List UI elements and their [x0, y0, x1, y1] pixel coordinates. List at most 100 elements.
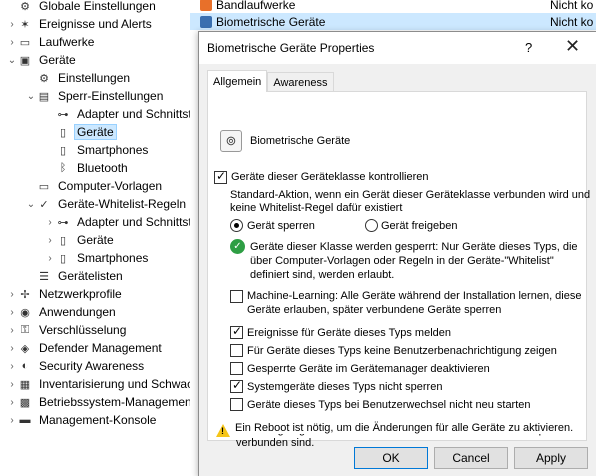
chevron-right-icon[interactable]: › — [6, 379, 18, 390]
machine-learning-checkbox[interactable] — [230, 290, 243, 303]
warning-text-3: Ein Reboot ist nötig, um die Änderungen … — [235, 422, 574, 434]
list-row-label: Bandlaufwerke — [216, 0, 296, 12]
tree-item-label: Laufwerke — [39, 35, 95, 49]
list-row-status: Nicht ko — [550, 0, 594, 12]
fingerprint-icon: ⊚ — [220, 130, 242, 152]
tree-item-label: Bluetooth — [77, 161, 128, 175]
tab-allgemein[interactable]: Allgemein — [207, 70, 268, 92]
phone-icon: ▯ — [59, 144, 67, 157]
tree-item-12[interactable]: ›⊶ Adapter und Schnittstellen — [0, 213, 190, 231]
tree-item-13[interactable]: › ▯ Geräte — [0, 231, 190, 249]
tape-drive-icon — [200, 0, 212, 11]
tree-item-9[interactable]: ᛒ Bluetooth — [0, 159, 190, 177]
chevron-right-icon[interactable]: › — [44, 217, 56, 228]
tree-item-label: Adapter und Schnittstellen — [77, 215, 190, 229]
control-device-class-label: Geräte dieser Geräteklasse kontrollieren — [231, 171, 429, 183]
report-events-label: Ereignisse für Geräte dieses Typs melden — [247, 327, 452, 339]
chevron-down-icon[interactable]: ⌄ — [6, 55, 18, 66]
tree-item-22[interactable]: › ▩ Betriebssystem-Management — [0, 393, 190, 411]
allow-device-label: Gerät freigeben — [381, 220, 458, 232]
no-user-notification-checkbox[interactable] — [230, 344, 243, 357]
tree-item-16[interactable]: › ✢ Netzwerkprofile — [0, 285, 190, 303]
list-row-bandlaufwerke[interactable]: Bandlaufwerke Nicht ko — [190, 0, 596, 13]
tree-item-5[interactable]: ⌄ ▤ Sperr-Einstellungen — [0, 87, 190, 105]
disable-in-device-manager-checkbox[interactable] — [230, 362, 243, 375]
chevron-right-icon[interactable]: › — [6, 19, 18, 30]
drive-icon: ▭ — [19, 36, 31, 49]
adapter-icon: ⊶ — [57, 108, 69, 121]
tree-item-6[interactable]: ⊶ Adapter und Schnittstellen — [0, 105, 191, 123]
chevron-right-icon[interactable]: › — [6, 307, 18, 318]
report-events-checkbox[interactable] — [230, 324, 243, 339]
phone-icon: ▯ — [59, 252, 67, 265]
bluetooth-icon: ᛒ — [59, 162, 67, 174]
tree-item-19[interactable]: › ◈ Defender Management — [0, 339, 190, 357]
warning-text-2: verbunden sind. — [236, 437, 315, 449]
chevron-right-icon[interactable]: › — [6, 343, 18, 354]
tree-item-label: Geräte-Whitelist-Regeln — [58, 197, 187, 211]
tree-item-0[interactable]: ⚙ Globale Einstellungen — [0, 0, 190, 15]
allow-device-radio[interactable] — [365, 219, 378, 232]
apply-button[interactable]: Apply — [514, 447, 588, 469]
list-row-biometrische-geraete[interactable]: Biometrische Geräte Nicht ko — [190, 13, 596, 30]
dont-block-system-devices-checkbox[interactable] — [230, 378, 243, 393]
tree-item-label: Anwendungen — [39, 305, 116, 319]
network-icon: ✢ — [20, 288, 30, 301]
chevron-down-icon[interactable]: ⌄ — [25, 199, 37, 210]
tree-item-4[interactable]: ⚙ Einstellungen — [0, 69, 190, 87]
tree-item-23[interactable]: › ▬ Management-Konsole — [0, 411, 190, 429]
tab-panel-allgemein: ⊚ Biometrische Geräte Geräte dieser Gerä… — [207, 91, 590, 449]
status-text: Geräte dieser Klasse werden gesperrt: Nu… — [250, 241, 578, 253]
inventory-icon: ▦ — [19, 378, 31, 391]
tree-item-label: Geräte — [77, 233, 114, 247]
tree-item-7[interactable]: ▯ Geräte — [0, 123, 190, 141]
chevron-right-icon[interactable]: › — [44, 253, 56, 264]
block-device-radio[interactable] — [230, 219, 243, 232]
tree-item-17[interactable]: › ◉ Anwendungen — [0, 303, 190, 321]
tree-item-label: Einstellungen — [58, 71, 131, 85]
cancel-button[interactable]: Cancel — [434, 447, 508, 469]
tree-item-11[interactable]: ⌄ ✓ Geräte-Whitelist-Regeln — [0, 195, 190, 213]
tree-item-2[interactable]: › ▭ Laufwerke — [0, 33, 190, 51]
chevron-down-icon[interactable]: ⌄ — [25, 91, 37, 102]
ok-button[interactable]: OK — [354, 447, 428, 469]
tree-item-8[interactable]: ▯ Smartphones — [0, 141, 190, 159]
default-action-text-2: keine Whitelist-Regel dafür existiert — [230, 202, 403, 214]
close-button[interactable]: ✕ — [565, 36, 580, 57]
chevron-right-icon[interactable]: › — [6, 289, 18, 300]
tree-item-3[interactable]: ⌄ ▣ Geräte — [0, 51, 190, 69]
chevron-right-icon[interactable]: › — [6, 325, 18, 336]
app-icon: ◉ — [20, 306, 30, 319]
block-device-label: Gerät sperren — [247, 220, 315, 232]
list-icon: ☰ — [39, 270, 49, 283]
tree-item-label: Inventarisierung und Schwachstellen — [39, 377, 190, 391]
control-device-class-checkbox[interactable] — [214, 169, 227, 184]
console-icon: ▬ — [19, 414, 31, 426]
tree-item-label: Sperr-Einstellungen — [58, 89, 164, 103]
properties-dialog: Biometrische Geräte Properties ? ✕ Allge… — [198, 31, 596, 476]
chevron-right-icon[interactable]: › — [6, 37, 18, 48]
tree-item-1[interactable]: › ✶ Ereignisse und Alerts — [0, 15, 190, 33]
chevron-right-icon[interactable]: › — [6, 397, 18, 408]
awareness-icon: ◐ — [21, 360, 29, 372]
chevron-right-icon[interactable]: › — [44, 235, 56, 246]
tab-awareness[interactable]: Awareness — [267, 72, 334, 92]
tree-item-18[interactable]: › ⚿ Verschlüsselung — [0, 321, 190, 339]
chevron-right-icon[interactable]: › — [6, 361, 18, 372]
tree-item-label: Verschlüsselung — [39, 323, 127, 337]
device-name: Biometrische Geräte — [250, 135, 351, 147]
tree-item-label: Security Awareness — [39, 359, 145, 373]
tree-item-21[interactable]: ›▦ Inventarisierung und Schwachstellen — [0, 375, 190, 393]
checkmark-icon: ✓ — [230, 239, 245, 254]
machine-learning-label-2: Geräte erlauben, später verbundene Gerät… — [247, 304, 502, 316]
no-restart-on-user-switch-checkbox[interactable] — [230, 398, 243, 411]
disable-in-device-manager-label: Gesperrte Geräte im Gerätemanager deakti… — [247, 363, 490, 375]
tree-item-10[interactable]: ▭ Computer-Vorlagen — [0, 177, 190, 195]
tree-item-14[interactable]: › ▯ Smartphones — [0, 249, 190, 267]
tree-item-label: Smartphones — [77, 251, 149, 265]
tree-item-15[interactable]: ☰ Gerätelisten — [0, 267, 190, 285]
tree-item-20[interactable]: › ◐ Security Awareness — [0, 357, 190, 375]
help-button[interactable]: ? — [525, 40, 532, 55]
chevron-right-icon[interactable]: › — [6, 415, 18, 426]
computer-icon: ▭ — [38, 180, 50, 193]
